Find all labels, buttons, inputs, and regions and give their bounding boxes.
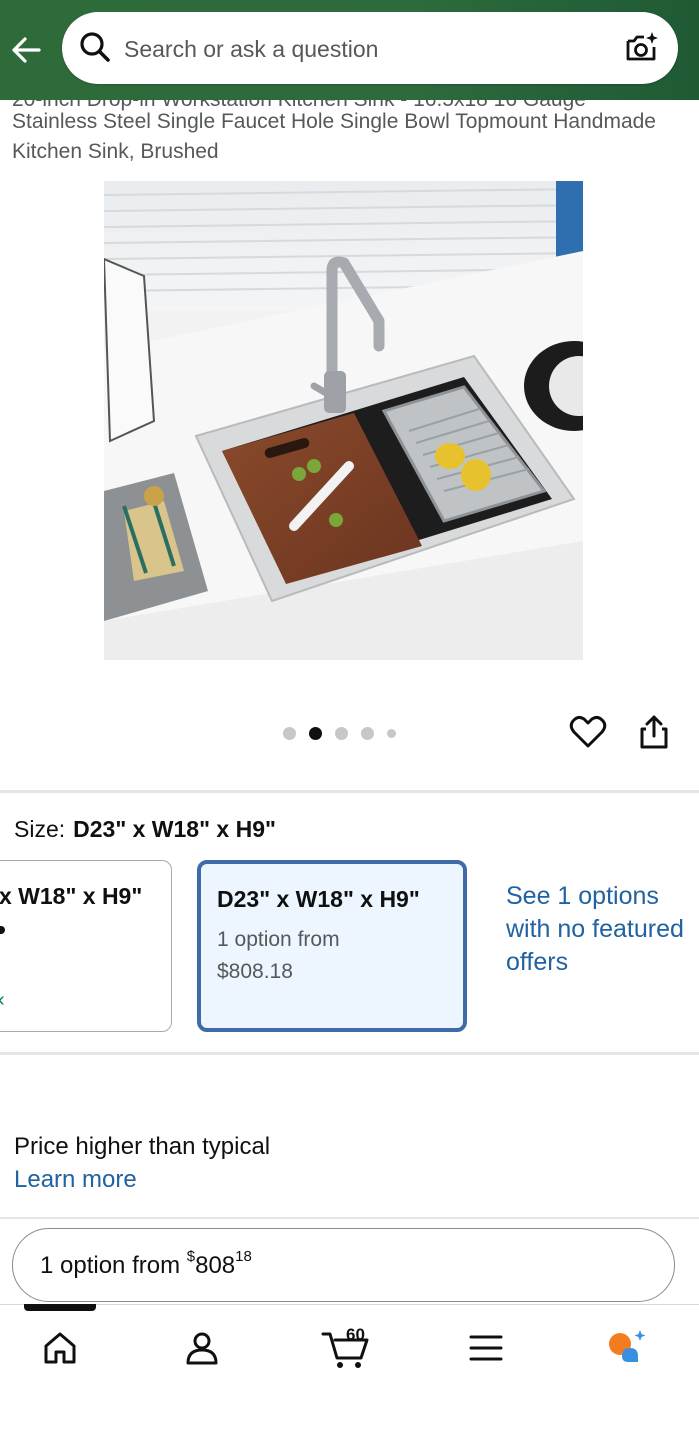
cart-count: 60 xyxy=(346,1325,365,1344)
price-currency: $ xyxy=(186,1248,196,1265)
options-button-label: 1 option from $80818 xyxy=(40,1248,252,1280)
learn-more-link[interactable]: Learn more xyxy=(14,1166,137,1194)
carousel-dot[interactable] xyxy=(283,726,296,740)
nav-rufus[interactable] xyxy=(596,1323,656,1373)
card-fragment: ‹ xyxy=(0,989,5,1012)
search-icon xyxy=(80,32,110,62)
heart-icon[interactable] xyxy=(568,712,608,752)
camera-sparkle-icon[interactable] xyxy=(624,30,660,66)
bottom-nav: 60 xyxy=(0,1304,699,1440)
carousel-dot[interactable] xyxy=(361,726,374,740)
carousel-dot[interactable] xyxy=(387,728,396,738)
section-divider xyxy=(0,1052,699,1055)
sink-photo xyxy=(104,181,583,660)
back-button[interactable] xyxy=(6,30,46,70)
options-prefix: 1 option from xyxy=(40,1252,187,1279)
nav-cart[interactable]: 60 xyxy=(316,1323,376,1373)
share-icon[interactable] xyxy=(634,712,674,752)
home-indicator xyxy=(24,1304,96,1311)
product-image[interactable] xyxy=(104,181,583,660)
rufus-icon xyxy=(609,1330,646,1362)
nav-home[interactable] xyxy=(30,1323,90,1373)
search-placeholder: Search or ask a question xyxy=(124,36,379,62)
size-label: Size: D23" x W18" x H9" xyxy=(14,816,276,843)
size-option-from: 1 option from xyxy=(217,928,340,951)
size-option-dim: D23" x W18" x H9" xyxy=(217,886,420,912)
nav-menu[interactable] xyxy=(456,1323,516,1373)
card-fragment xyxy=(0,926,5,934)
price-dollars: 808 xyxy=(195,1252,236,1279)
carousel-dot-active[interactable] xyxy=(309,726,322,740)
section-divider xyxy=(0,1217,699,1219)
size-selected-value: D23" x W18" x H9" xyxy=(73,816,276,842)
image-carousel-dots[interactable] xyxy=(283,725,396,741)
size-key: Size: xyxy=(14,816,66,842)
account-icon xyxy=(186,1332,218,1365)
options-button[interactable]: 1 option from $80818 xyxy=(12,1228,675,1302)
product-title[interactable]: Stainless Steel Single Faucet Hole Singl… xyxy=(12,107,692,167)
product-title-area: 20-inch Drop-in Workstation Kitchen Sink… xyxy=(0,100,699,172)
size-option-card-selected[interactable]: D23" x W18" x H9" 1 option from $808.18 xyxy=(197,860,467,1032)
nav-account[interactable] xyxy=(172,1323,232,1373)
home-icon xyxy=(44,1332,76,1364)
price-cents: 18 xyxy=(235,1248,252,1265)
size-option-card[interactable]: x W18" x H9" ‹ xyxy=(0,860,172,1032)
menu-icon xyxy=(469,1335,503,1361)
section-divider xyxy=(0,790,699,793)
size-option-dim: x W18" x H9" xyxy=(0,883,143,909)
search-bar[interactable]: Search or ask a question xyxy=(62,12,678,84)
price-notice: Price higher than typical xyxy=(14,1133,271,1160)
header-bar: Search or ask a question xyxy=(0,0,699,100)
size-option-price: $808.18 xyxy=(217,960,293,983)
arrow-left-icon xyxy=(12,37,41,63)
carousel-dot[interactable] xyxy=(335,726,348,740)
see-options-link[interactable]: See 1 options with no featured offers xyxy=(506,880,686,979)
